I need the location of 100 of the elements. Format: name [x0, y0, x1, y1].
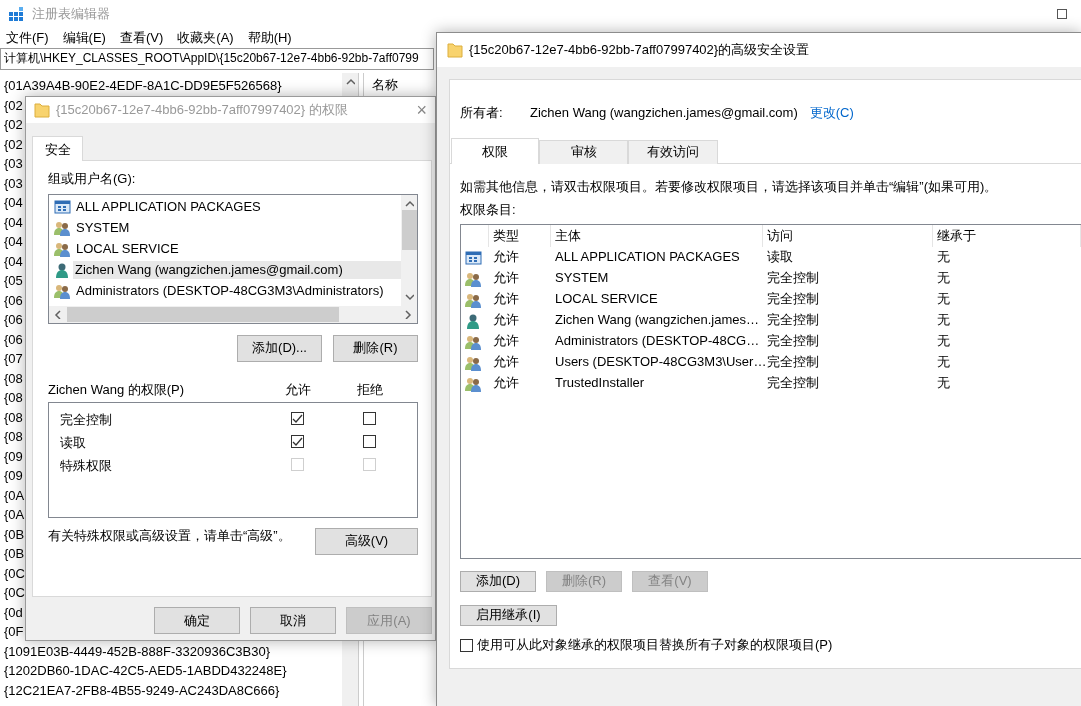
registry-icon [8, 6, 24, 22]
column-header[interactable]: 访问 [763, 225, 933, 247]
change-link[interactable]: 更改(C) [809, 105, 854, 122]
tree-item[interactable]: {04 [4, 251, 23, 271]
tree-item[interactable]: {12C21EA7-2FB8-4B55-9249-AC243DA8C666} [4, 680, 280, 700]
tree-item[interactable]: {03 [4, 173, 23, 193]
list-item[interactable]: Administrators (DESKTOP-48CG3M3\Administrators) [74, 281, 401, 301]
tree-item[interactable]: {0F [4, 622, 24, 642]
address-bar[interactable]: 计算机\HKEY_CLASSES_ROOT\AppID\{15c20b67-12e7-4bb6-92bb-7aff0799 [0, 48, 434, 70]
permission-table[interactable] [460, 224, 1081, 559]
menu-item[interactable]: 收藏夹(A) [177, 29, 234, 47]
table-cell-text: LOCAL SERVICE [554, 291, 659, 308]
menu-item[interactable]: 文件(F) [6, 29, 49, 47]
tree-item[interactable]: {08 [4, 407, 23, 427]
button[interactable]: 取消 [250, 607, 336, 635]
tree-item[interactable]: {1091E03B-4449-452B-888F-3320936C3B30} [4, 641, 270, 661]
table-cell-text: 允许 [492, 291, 520, 308]
tree-item[interactable]: {0A [4, 485, 25, 505]
tree-item[interactable]: {1202DB60-1DAC-42C5-AED5-1ABDD432248E} [4, 661, 287, 681]
tree-item[interactable]: {0C [4, 583, 25, 603]
button[interactable]: 添加(D) [460, 571, 536, 592]
menu-item[interactable]: 查看(V) [119, 29, 164, 47]
tree-item[interactable]: {04 [4, 212, 23, 232]
tree-item[interactable]: {09 [4, 466, 23, 486]
tree-item[interactable]: {0d [4, 602, 23, 622]
column-header[interactable]: 主体 [551, 225, 763, 247]
tree-item[interactable]: {08 [4, 388, 23, 408]
info-text: 如需其他信息，请双击权限项目。若要修改权限项目，请选择该项目并单击“编辑”(如果可用)。 [460, 178, 999, 195]
tree-item[interactable]: {03 [4, 154, 23, 174]
tab[interactable]: 有效访问 [628, 140, 718, 164]
tab[interactable]: 权限 [451, 138, 539, 164]
table-cell-text: 允许 [492, 270, 520, 287]
tree-item[interactable]: {04 [4, 232, 23, 252]
column-header[interactable]: 类型 [489, 225, 551, 247]
field-label: 所有者: [460, 105, 504, 122]
tab[interactable]: 安全 [32, 136, 83, 162]
button[interactable]: 高级(V) [315, 527, 418, 555]
tree-item[interactable]: {04 [4, 193, 23, 213]
tab[interactable]: 审核 [539, 140, 628, 164]
tree-item[interactable]: {02 [4, 95, 23, 115]
button[interactable]: 添加(D)... [237, 334, 322, 362]
scroll-thumb[interactable] [401, 210, 417, 250]
scroll-up-icon[interactable] [345, 77, 355, 87]
list-item[interactable]: LOCAL SERVICE [74, 239, 401, 259]
scrollbar[interactable] [49, 305, 417, 323]
scroll-thumb[interactable] [67, 306, 339, 322]
list-item[interactable]: Zichen Wang (wangzichen.james@gmail.com) [73, 260, 401, 280]
tree-item[interactable]: {05 [4, 271, 23, 291]
list-item[interactable]: SYSTEM [74, 218, 401, 238]
tree-item[interactable]: {0B [4, 544, 25, 564]
button[interactable]: 启用继承(I) [460, 605, 557, 626]
tree-item[interactable]: {06 [4, 329, 23, 349]
scrollbar[interactable] [401, 194, 417, 306]
column-header[interactable]: 继承于 [933, 225, 1081, 247]
tree-item[interactable]: {02 [4, 134, 23, 154]
tree-item[interactable]: {08 [4, 368, 23, 388]
table-cell-text: 允许 [492, 333, 520, 350]
field-label: 权限条目: [460, 201, 517, 218]
scroll-down-icon[interactable] [404, 291, 414, 302]
menu-item[interactable]: 帮助(H) [247, 29, 292, 47]
maximize-icon[interactable] [1057, 9, 1067, 19]
tree-item[interactable]: {0A [4, 505, 25, 525]
tree-item[interactable]: {0C [4, 563, 25, 583]
button[interactable]: 确定 [154, 607, 240, 635]
close-button[interactable]: × [416, 98, 427, 122]
table-cell-text: 完全控制 [766, 291, 820, 308]
users-icon [465, 333, 482, 350]
table-cell-text: 无 [936, 375, 951, 392]
table-cell-text: 无 [936, 270, 951, 287]
table-cell-text: TrustedInstaller [554, 375, 646, 392]
tree-item[interactable]: {01A39A4B-90E2-4EDF-8A1C-DD9E5F526568} [4, 76, 282, 96]
tree-item[interactable]: {06 [4, 290, 23, 310]
checkbox[interactable] [290, 435, 304, 449]
list-item[interactable]: ALL APPLICATION PACKAGES [74, 197, 401, 217]
checkbox-label[interactable]: 使用可从此对象继承的权限项目替换所有子对象的权限项目(P) [477, 637, 833, 654]
package-icon [465, 249, 482, 266]
tree-item[interactable]: {02 [4, 115, 23, 135]
tree-item[interactable]: {08 [4, 427, 23, 447]
owner-name: Zichen Wang (wangzichen.james@gmail.com) [530, 105, 798, 122]
checkbox[interactable] [362, 434, 376, 448]
checkbox[interactable] [362, 411, 376, 425]
tree-item[interactable]: {07 [4, 349, 23, 369]
column-header[interactable]: 名称 [372, 77, 398, 92]
scroll-right-icon[interactable] [403, 309, 413, 319]
button[interactable]: 删除(R) [333, 334, 418, 362]
checkbox[interactable] [460, 638, 473, 652]
users-icon [465, 270, 482, 287]
menu-item[interactable]: 编辑(E) [62, 29, 106, 47]
user-list[interactable]: ALL APPLICATION PACKAGES SYSTEM LOCAL SERVICE Zichen Wang (wangzichen.james@gmail.com) Administrators (DESKTOP-48CG3M3\Administrators) [48, 193, 418, 324]
scroll-up-icon[interactable] [404, 198, 414, 209]
users-icon [54, 220, 71, 236]
table-cell-text: 允许 [492, 354, 520, 371]
permission-name: 完全控制 [59, 412, 113, 429]
scroll-left-icon[interactable] [53, 309, 63, 319]
users-icon [54, 241, 71, 257]
tree-item[interactable]: {0B [4, 524, 25, 544]
tree-item[interactable]: {09 [4, 446, 23, 466]
tree-item[interactable]: {06 [4, 310, 23, 330]
checkbox[interactable] [290, 412, 304, 426]
table-cell-text: 无 [936, 354, 951, 371]
